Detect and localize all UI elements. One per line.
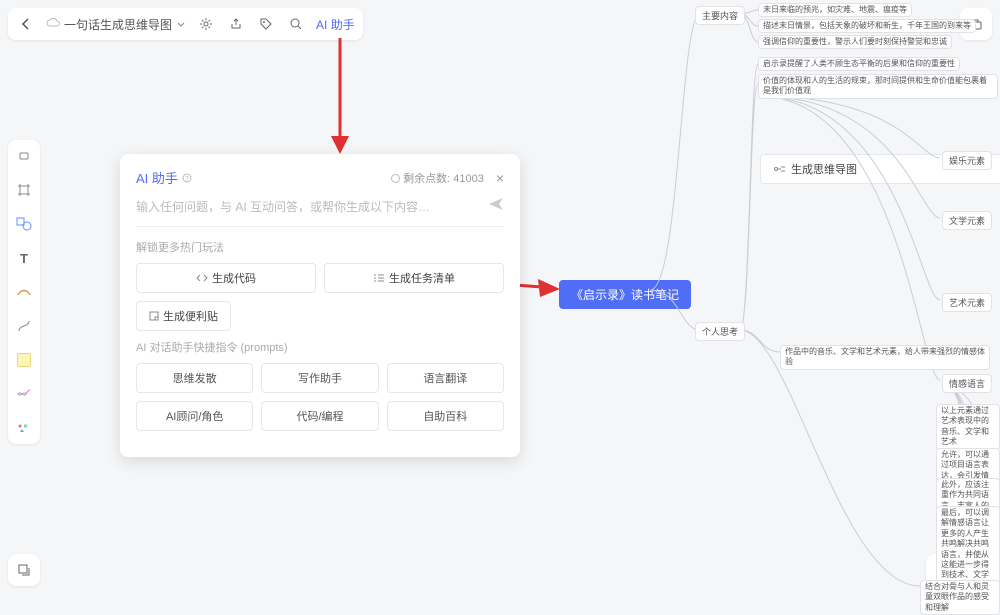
- ai-panel-title: AI 助手 ?: [136, 168, 192, 187]
- svg-text:?: ?: [185, 176, 189, 183]
- settings-icon[interactable]: [196, 14, 216, 34]
- mm-node-personal-thinking[interactable]: 个人思考: [695, 322, 745, 341]
- bottom-left-button[interactable]: [8, 554, 40, 586]
- back-button[interactable]: [16, 14, 36, 34]
- close-button[interactable]: ×: [496, 170, 504, 186]
- tool-pen[interactable]: [14, 282, 34, 302]
- ai-prompt-input[interactable]: [136, 200, 478, 214]
- chevron-down-icon: [176, 19, 186, 29]
- help-icon[interactable]: ?: [182, 173, 192, 183]
- tool-more[interactable]: [14, 418, 34, 438]
- chip-generate-tasklist[interactable]: 生成任务清单: [324, 263, 504, 293]
- mm-node-art[interactable]: 艺术元素: [942, 293, 992, 312]
- tool-connector[interactable]: [14, 316, 34, 336]
- mm-leaf[interactable]: 启示录提醒了人类不顾生态平衡的后果和信仰的重要性: [758, 57, 960, 71]
- cloud-icon: [46, 17, 60, 31]
- ai-assistant-button[interactable]: AI 助手: [316, 16, 355, 33]
- code-icon: [196, 273, 208, 283]
- credits-label: 剩余点数: 41003: [391, 170, 484, 186]
- mm-leaf[interactable]: 末日来临的预兆，如灾难、地震、瘟疫等: [758, 3, 912, 17]
- send-button[interactable]: [488, 197, 504, 216]
- mm-node-emotion[interactable]: 情感语言: [942, 374, 992, 393]
- prompt-code[interactable]: 代码/编程: [261, 401, 378, 431]
- chip-generate-code[interactable]: 生成代码: [136, 263, 316, 293]
- mm-node-entertainment[interactable]: 娱乐元素: [942, 151, 992, 170]
- tool-cursor[interactable]: [14, 146, 34, 166]
- tool-shape[interactable]: [14, 214, 34, 234]
- prompt-wiki[interactable]: 自助百科: [387, 401, 504, 431]
- section-hot-label: 解锁更多热门玩法: [136, 239, 504, 255]
- export-icon[interactable]: [226, 14, 246, 34]
- top-toolbar: 一句话生成思维导图 AI 助手: [8, 8, 363, 40]
- ai-assistant-panel: AI 助手 ? 剩余点数: 41003 × 解锁更多热门玩法 生成思维导图 生成…: [120, 154, 520, 457]
- prompt-diverge[interactable]: 思维发散: [136, 363, 253, 393]
- document-title: 一句话生成思维导图: [64, 16, 172, 33]
- layers-icon: [17, 563, 31, 577]
- mm-leaf[interactable]: 价值的体现和人的生活的规束，那时间提供和生命价值能包裹着是我们价值观: [758, 74, 998, 99]
- tasklist-icon: [373, 273, 385, 283]
- mm-node-literature[interactable]: 文学元素: [942, 211, 992, 230]
- document-title-wrap[interactable]: 一句话生成思维导图: [46, 16, 186, 33]
- chip-generate-sticky[interactable]: 生成便利贴: [136, 301, 231, 331]
- mm-leaf[interactable]: 强调信仰的重要性，警示人们要时刻保持警觉和忠诚: [758, 35, 952, 49]
- sticky-icon: [149, 311, 159, 321]
- mm-leaf[interactable]: 结合对骨与人和灵童双眼作品的感受和理解: [920, 580, 1000, 615]
- prompt-consultant[interactable]: AI顾问/角色: [136, 401, 253, 431]
- tool-text[interactable]: T: [14, 248, 34, 268]
- section-prompts-label: AI 对话助手快捷指令 (prompts): [136, 339, 504, 355]
- prompt-translate[interactable]: 语言翻译: [387, 363, 504, 393]
- chevron-left-icon: [20, 18, 32, 30]
- mm-leaf[interactable]: 作品中的音乐、文学和艺术元素，给人带来强烈的情感体验: [780, 345, 990, 370]
- mm-leaf[interactable]: 以上元素通过艺术表现中的音乐、文学和艺术: [936, 404, 1000, 450]
- search-icon[interactable]: [286, 14, 306, 34]
- mindmap-area[interactable]: 主要内容 个人思考 末日来临的预兆，如灾难、地震、瘟疫等 描述末日情景，包括天象…: [640, 0, 1000, 594]
- left-tool-rail: T: [8, 140, 40, 444]
- tool-mindmap[interactable]: [14, 384, 34, 404]
- tool-frame[interactable]: [14, 180, 34, 200]
- annotation-arrow-1: [325, 38, 355, 154]
- mm-leaf[interactable]: 描述末日情景，包括天象的破坏和新生，千年王国的到来等: [758, 19, 976, 33]
- tag-icon[interactable]: [256, 14, 276, 34]
- tool-sticky-note[interactable]: [14, 350, 34, 370]
- prompt-writing[interactable]: 写作助手: [261, 363, 378, 393]
- mm-node-main-content[interactable]: 主要内容: [695, 6, 745, 25]
